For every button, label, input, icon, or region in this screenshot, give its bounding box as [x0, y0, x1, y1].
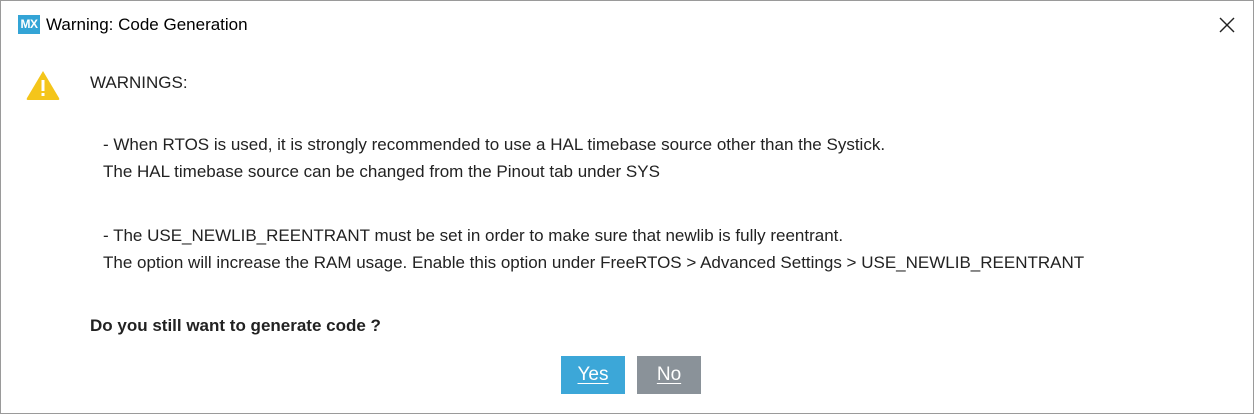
warning-2-line-1: - The USE_NEWLIB_REENTRANT must be set i…: [103, 226, 844, 245]
confirm-question: Do you still want to generate code ?: [90, 316, 381, 335]
dialog-title: Warning: Code Generation: [46, 15, 248, 34]
yes-button[interactable]: Yes: [561, 356, 625, 394]
close-button[interactable]: [1211, 10, 1243, 40]
no-button[interactable]: No: [637, 356, 701, 394]
warning-triangle-icon: [25, 68, 61, 101]
warning-1-line-2: The HAL timebase source can be changed f…: [103, 162, 660, 181]
stm32cubemx-app-icon: MX: [18, 15, 40, 34]
warnings-heading: WARNINGS:: [90, 73, 188, 92]
warning-1-line-1: - When RTOS is used, it is strongly reco…: [103, 135, 886, 154]
title-bar: MX Warning: Code Generation: [1, 1, 1253, 47]
close-icon: [1219, 17, 1235, 33]
code-generation-warning-dialog: MX Warning: Code Generation WARNINGS: - …: [0, 0, 1254, 414]
warning-2-line-2: The option will increase the RAM usage. …: [103, 253, 1085, 272]
